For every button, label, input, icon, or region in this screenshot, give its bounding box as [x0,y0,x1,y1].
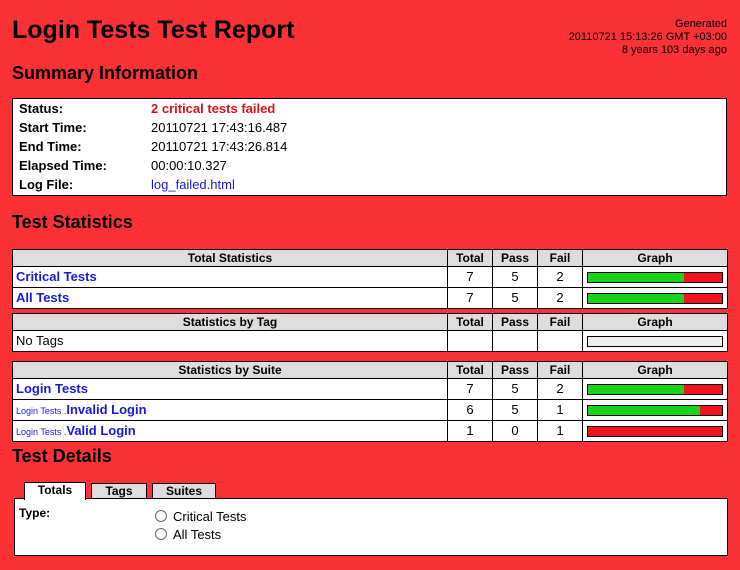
suite-link[interactable]: Login Tests [16,381,88,396]
fail-segment [699,405,722,415]
col-name: Statistics by Suite [12,361,448,379]
radio-all-tests[interactable]: All Tests [155,527,221,542]
total-cell: 7 [447,378,493,400]
empty-bar [587,335,723,347]
start-label: Start Time: [19,120,87,135]
end-label: End Time: [19,139,82,154]
pass-fail-bar [587,404,723,416]
fail-cell: 2 [537,378,583,400]
col-total: Total [447,313,493,331]
no-tags-text: No Tags [12,330,448,352]
radio-icon[interactable] [155,510,167,522]
fail-cell: 1 [537,420,583,442]
pass-fail-bar [587,383,723,395]
table-row: No Tags [12,330,728,352]
pass-fail-bar [587,292,723,304]
radio-label: All Tests [173,527,222,542]
fail-segment [683,293,722,303]
end-value: 20110721 17:43:26.814 [151,139,288,154]
tag-statistics-table: Statistics by Tag Total Pass Fail Graph No T… [12,313,728,352]
page-title: Login Tests Test Report [12,16,295,44]
suite-name: Valid Login [66,422,136,438]
pass-cell: 5 [492,287,538,309]
suite-link[interactable]: Login Tests .Invalid Login [16,402,147,417]
total-cell: 6 [447,399,493,421]
table-row: Login Tests .Invalid Login 6 5 1 [12,399,728,421]
fail-cell: 2 [537,287,583,309]
total-statistics-table: Total Statistics Total Pass Fail Graph Criti… [12,249,728,309]
pass-segment [588,293,684,303]
tab-totals[interactable]: Totals [24,482,86,500]
elapsed-value: 00:00:10.327 [151,158,227,173]
pass-segment [588,384,684,394]
total-cell: 7 [447,287,493,309]
col-graph: Graph [582,361,728,379]
generated-timestamp: 20110721 15:13:26 GMT +03:00 [568,31,727,43]
col-graph: Graph [582,313,728,331]
radio-critical-tests[interactable]: Critical Tests [155,509,246,524]
table-row: Login Tests 7 5 2 [12,378,728,400]
pass-cell: 5 [492,266,538,288]
col-total: Total [447,361,493,379]
elapsed-label: Elapsed Time: [19,158,107,173]
stat-link[interactable]: Critical Tests [16,269,97,284]
fail-segment [588,426,722,436]
stat-link[interactable]: All Tests [16,290,69,305]
fail-segment [683,384,722,394]
fail-segment [683,272,722,282]
pass-fail-bar [587,425,723,437]
col-total: Total [447,249,493,267]
suite-link[interactable]: Login Tests .Valid Login [16,423,136,438]
col-name: Total Statistics [12,249,448,267]
radio-icon[interactable] [155,528,167,540]
details-panel: Type: Critical Tests All Tests [14,498,728,556]
statistics-heading: Test Statistics [12,212,133,232]
status-value: 2 critical tests failed [151,101,276,116]
pass-cell: 5 [492,399,538,421]
details-heading: Test Details [12,446,112,466]
total-cell: 1 [447,420,493,442]
pass-segment [588,405,700,415]
fail-cell: 2 [537,266,583,288]
col-fail: Fail [537,313,583,331]
radio-label: Critical Tests [173,509,247,524]
col-fail: Fail [537,249,583,267]
pass-fail-bar [587,271,723,283]
col-fail: Fail [537,361,583,379]
fail-cell: 1 [537,399,583,421]
col-graph: Graph [582,249,728,267]
summary-heading: Summary Information [12,63,199,83]
table-row: Login Tests .Valid Login 1 0 1 [12,420,728,442]
summary-table: Status: 2 critical tests failed Start Tim… [12,98,727,196]
log-label: Log File: [19,177,74,192]
generated-info: Generated 20110721 15:13:26 GMT +03:00 8… [569,18,727,57]
log-file-link[interactable]: log_failed.html [151,175,235,194]
pass-cell: 5 [492,378,538,400]
generated-label: Generated [675,18,727,30]
parent-suite: Login Tests . [16,426,67,437]
generated-ago: 8 years 103 days ago [621,44,727,56]
col-pass: Pass [492,361,538,379]
status-label: Status: [19,101,64,116]
suite-statistics-table: Statistics by Suite Total Pass Fail Graph Lo… [12,361,728,442]
start-value: 20110721 17:43:16.487 [151,120,288,135]
pass-segment [588,272,684,282]
col-pass: Pass [492,249,538,267]
table-row: Critical Tests 7 5 2 [12,266,728,288]
pass-cell: 0 [492,420,538,442]
parent-suite: Login Tests . [16,405,67,416]
table-row: All Tests 7 5 2 [12,287,728,309]
type-label: Type: [19,506,51,520]
col-name: Statistics by Tag [12,313,448,331]
suite-name: Invalid Login [66,401,147,417]
col-pass: Pass [492,313,538,331]
total-cell: 7 [447,266,493,288]
